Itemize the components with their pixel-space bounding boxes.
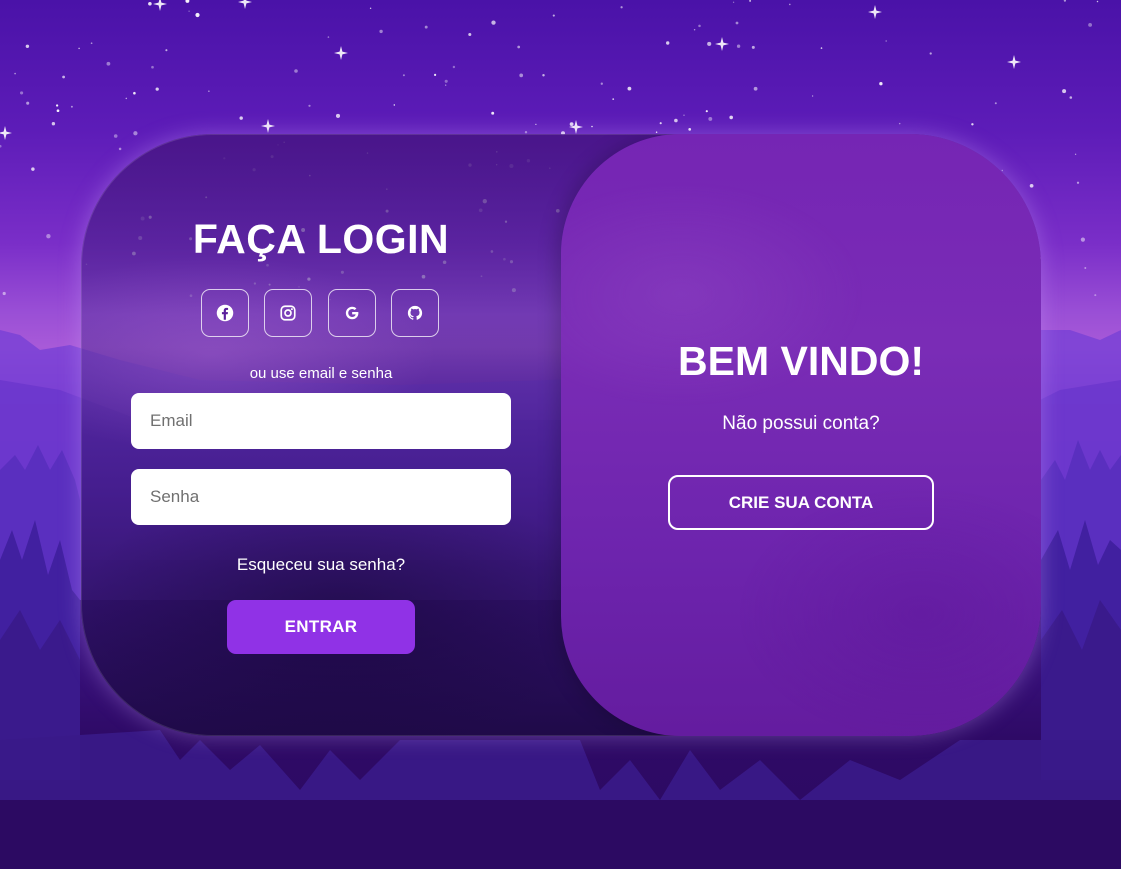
welcome-subtitle: Não possui conta? bbox=[722, 413, 880, 434]
github-icon bbox=[407, 305, 423, 320]
login-panel: FAÇA LOGIN ou use email e senha Email Es… bbox=[81, 134, 561, 736]
instagram-icon bbox=[280, 305, 296, 321]
welcome-panel: BEM VINDO! Não possui conta? CRIE SUA CO… bbox=[561, 134, 1041, 736]
login-title: FAÇA LOGIN bbox=[192, 216, 450, 262]
google-login-button[interactable] bbox=[328, 289, 376, 337]
auth-card: FAÇA LOGIN ou use email e senha Email Es… bbox=[81, 134, 1041, 736]
password-input[interactable] bbox=[131, 469, 511, 525]
email-input[interactable] bbox=[131, 393, 511, 449]
facebook-icon bbox=[216, 304, 234, 322]
login-submit-button[interactable]: ENTRAR bbox=[227, 600, 415, 654]
login-page: FAÇA LOGIN ou use email e senha Email Es… bbox=[0, 0, 1121, 869]
social-login-group bbox=[201, 289, 441, 339]
google-icon bbox=[345, 306, 359, 320]
welcome-panel-glow bbox=[561, 134, 1041, 736]
welcome-title: BEM VINDO! bbox=[678, 338, 924, 384]
alt-login-hint: ou use email e senha bbox=[249, 365, 393, 382]
instagram-login-button[interactable] bbox=[264, 289, 312, 337]
create-account-button[interactable]: CRIE SUA CONTA bbox=[668, 475, 934, 530]
facebook-login-button[interactable] bbox=[201, 289, 249, 337]
forgot-password-link[interactable]: Esqueceu sua senha? bbox=[81, 555, 561, 575]
github-login-button[interactable] bbox=[391, 289, 439, 337]
